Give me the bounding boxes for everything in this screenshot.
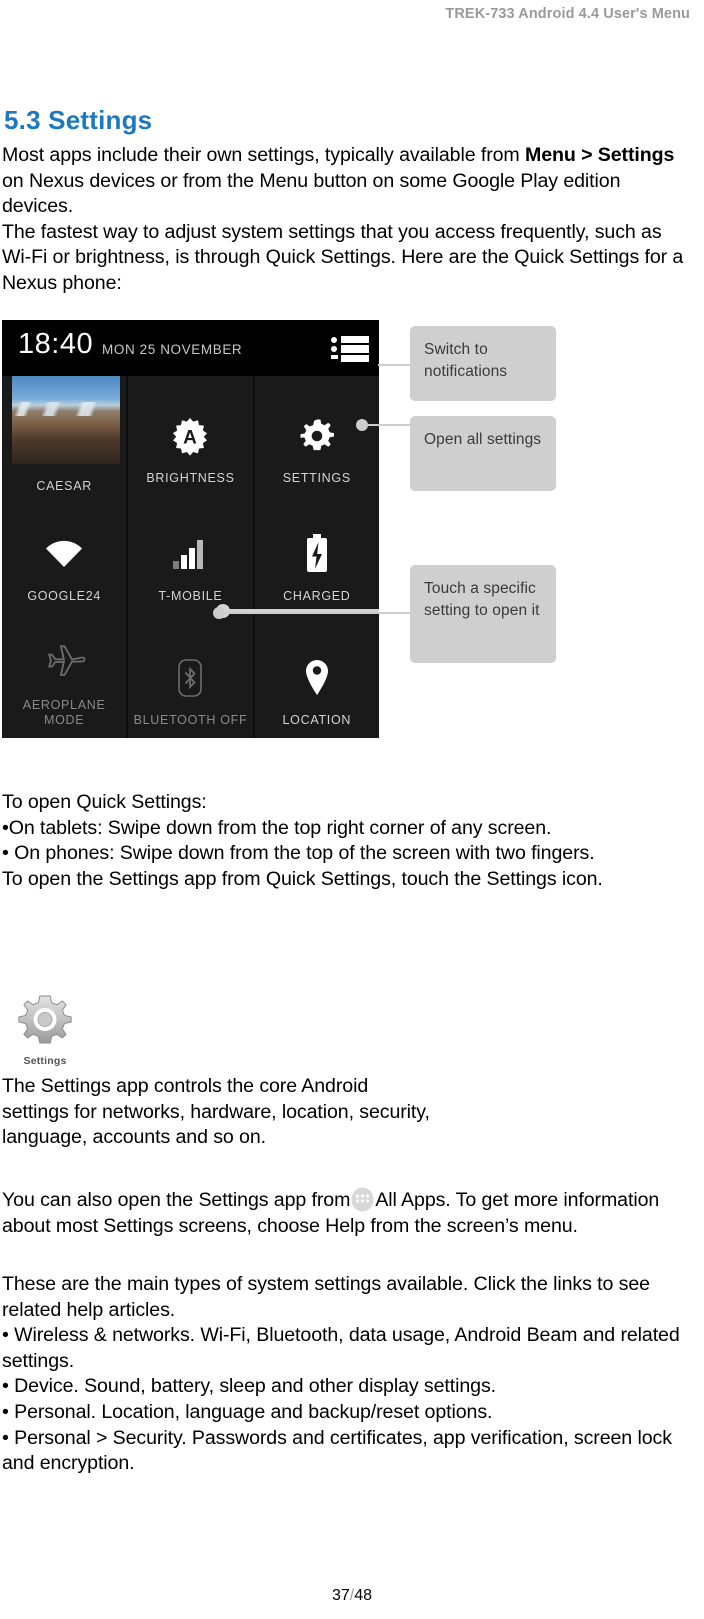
page-title: 5.3 Settings (4, 105, 153, 135)
core-line-1: The Settings app controls the core Andro… (2, 1075, 369, 1097)
total-page-count: 48 (354, 1587, 373, 1604)
settings-app-icon-label: Settings (23, 1055, 67, 1067)
status-bar-time: 18:40 (18, 328, 94, 360)
callout-leader-dot-touchsetting (213, 607, 225, 619)
page-footer: 37/48 (0, 1587, 704, 1605)
phone-screenshot: 18:40 MON 25 NOVEMBER CAESAR A BRIGHTNES… (2, 320, 379, 738)
svg-text:A: A (184, 428, 198, 449)
intro-paragraph-1: Most apps include their own settings, ty… (2, 143, 692, 220)
open-bullet-phones: • On phones: Swipe down from the top of … (2, 842, 595, 865)
tile-label: T-MOBILE (158, 589, 223, 603)
tile-label: SETTINGS (282, 471, 351, 485)
tile-carrier[interactable]: T-MOBILE (126, 496, 252, 614)
all-apps-text: You can also open the Settings app from A… (2, 1186, 692, 1239)
list-item: • Personal > Security. Passwords and cer… (2, 1426, 672, 1475)
tile-wifi[interactable]: GOOGLE24 (2, 496, 126, 614)
tile-location[interactable]: LOCATION (252, 614, 379, 738)
quick-settings-row-1: CAESAR A BRIGHTNESS SETTINGS (2, 376, 379, 496)
settings-app-icon-figure: Settings (10, 992, 80, 1070)
intro-text-a: Most apps include their own settings, ty… (2, 144, 525, 166)
user-photo-icon (12, 376, 120, 464)
intro-paragraphs: Most apps include their own settings, ty… (2, 143, 692, 297)
notification-list-icon[interactable] (331, 336, 369, 362)
open-quick-settings-paragraphs: To open Quick Settings: •On tablets: Swi… (2, 790, 692, 892)
settings-types-list: These are the main types of system setti… (2, 1272, 692, 1477)
all-apps-text-before: You can also open the Settings app from (2, 1189, 351, 1211)
location-pin-icon (294, 655, 340, 701)
all-apps-icon[interactable] (350, 1186, 375, 1213)
status-bar-date: MON 25 NOVEMBER (102, 342, 243, 357)
list-item: • Device. Sound, battery, sleep and othe… (2, 1375, 496, 1398)
open-bullet-tablets: •On tablets: Swipe down from the top rig… (2, 816, 552, 839)
callout-leader-dot-allsettings (356, 419, 368, 431)
tile-settings[interactable]: SETTINGS (252, 376, 379, 496)
callout-leader-line-notifications (378, 364, 410, 366)
callout-leader-line-touchsetting (218, 612, 410, 614)
gear-icon (294, 413, 340, 459)
callout-touch-specific-setting: Touch a specific setting to open it (410, 565, 556, 663)
current-page-number: 37 (331, 1587, 350, 1604)
running-header: TREK-733 Android 4.4 User's Menu (445, 6, 690, 22)
signal-bars-icon (167, 531, 213, 577)
tile-label: CAESAR (36, 479, 92, 493)
core-line-2: settings for networks, hardware, locatio… (2, 1100, 430, 1123)
tile-label: BLUETOOTH OFF (133, 713, 248, 727)
tile-label: LOCATION (282, 713, 352, 727)
tile-brightness[interactable]: A BRIGHTNESS (126, 376, 252, 496)
open-lead: To open Quick Settings: (2, 791, 207, 813)
airplane-icon (41, 640, 87, 686)
core-settings-paragraph: The Settings app controls the core Andro… (2, 1074, 692, 1151)
tile-label: GOOGLE24 (27, 589, 101, 603)
intro-paragraph-2: The fastest way to adjust system setting… (2, 220, 684, 294)
settings-types-intro: These are the main types of system setti… (2, 1273, 650, 1321)
quick-settings-grid: CAESAR A BRIGHTNESS SETTINGS GOOGLE24 T-… (2, 376, 379, 738)
core-line-3: language, accounts and so on. (2, 1126, 266, 1149)
wifi-icon (41, 531, 87, 577)
quick-settings-figure: 18:40 MON 25 NOVEMBER CAESAR A BRIGHTNES… (0, 320, 704, 740)
tile-aeroplane-mode[interactable]: AEROPLANE MODE (2, 614, 126, 738)
callout-switch-to-notifications: Switch to notifications (410, 326, 556, 401)
brightness-auto-icon: A (167, 413, 213, 459)
battery-charging-icon (294, 531, 340, 577)
all-apps-paragraph: You can also open the Settings app from A… (2, 1186, 692, 1239)
tile-bluetooth[interactable]: BLUETOOTH OFF (126, 614, 252, 738)
tile-user[interactable]: CAESAR (2, 376, 126, 496)
quick-settings-row-2: GOOGLE24 T-MOBILE CHARGED (2, 496, 379, 614)
gear-icon (14, 992, 76, 1054)
intro-text-b: on Nexus devices or from the Menu button… (2, 169, 621, 218)
quick-settings-row-3: AEROPLANE MODE BLUETOOTH OFF LOCATION (2, 614, 379, 738)
menu-settings-bold: Menu > Settings (524, 144, 675, 166)
tile-label: BRIGHTNESS (146, 471, 235, 485)
callout-open-all-settings: Open all settings (410, 416, 556, 491)
bluetooth-icon (167, 655, 213, 701)
list-item: • Wireless & networks. Wi-Fi, Bluetooth,… (2, 1324, 680, 1372)
open-closing: To open the Settings app from Quick Sett… (2, 867, 603, 890)
tile-label: CHARGED (283, 589, 351, 603)
callout-leader-line-allsettings (362, 424, 410, 426)
tile-label: AEROPLANE MODE (22, 698, 106, 727)
tile-battery[interactable]: CHARGED (252, 496, 379, 614)
list-item: • Personal. Location, language and backu… (2, 1400, 493, 1423)
status-bar: 18:40 MON 25 NOVEMBER (2, 320, 379, 376)
